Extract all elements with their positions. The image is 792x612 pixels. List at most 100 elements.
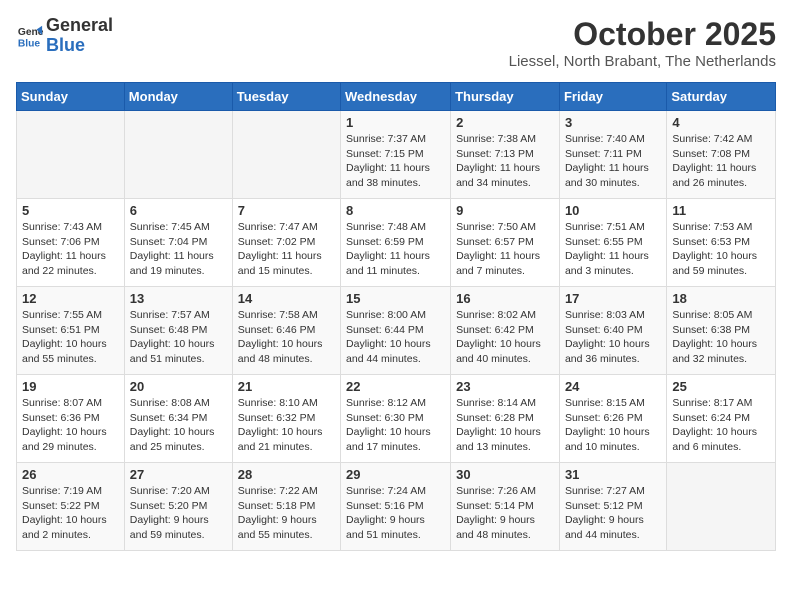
day-info: Sunrise: 7:48 AM Sunset: 6:59 PM Dayligh… xyxy=(346,220,445,279)
weekday-header-thursday: Thursday xyxy=(451,83,560,111)
calendar-week-4: 19 Sunrise: 8:07 AM Sunset: 6:36 PM Dayli… xyxy=(17,375,776,463)
calendar-cell: 25 Sunrise: 8:17 AM Sunset: 6:24 PM Dayli… xyxy=(667,375,776,463)
calendar-cell: 29Sunrise: 7:24 AM Sunset: 5:16 PM Dayli… xyxy=(341,463,451,551)
calendar-cell: 5 Sunrise: 7:43 AM Sunset: 7:06 PM Daylig… xyxy=(17,199,125,287)
day-info: Sunrise: 7:37 AM Sunset: 7:15 PM Dayligh… xyxy=(346,132,445,191)
calendar-cell: 28Sunrise: 7:22 AM Sunset: 5:18 PM Dayli… xyxy=(232,463,340,551)
calendar-week-2: 5 Sunrise: 7:43 AM Sunset: 7:06 PM Daylig… xyxy=(17,199,776,287)
day-info: Sunrise: 7:47 AM Sunset: 7:02 PM Dayligh… xyxy=(238,220,335,279)
day-number: 19 xyxy=(22,379,119,394)
day-number: 31 xyxy=(565,467,661,482)
day-number: 11 xyxy=(672,203,770,218)
day-info: Sunrise: 7:53 AM Sunset: 6:53 PM Dayligh… xyxy=(672,220,770,279)
calendar-cell: 1 Sunrise: 7:37 AM Sunset: 7:15 PM Daylig… xyxy=(341,111,451,199)
day-number: 2 xyxy=(456,115,554,130)
calendar-cell: 30 Sunrise: 7:26 AM Sunset: 5:14 PM Dayli… xyxy=(451,463,560,551)
day-number: 8 xyxy=(346,203,445,218)
weekday-header-sunday: Sunday xyxy=(17,83,125,111)
day-info: Sunrise: 7:22 AM Sunset: 5:18 PM Dayligh… xyxy=(238,484,335,543)
calendar-cell: 15Sunrise: 8:00 AM Sunset: 6:44 PM Dayli… xyxy=(341,287,451,375)
calendar-cell: 22 Sunrise: 8:12 AM Sunset: 6:30 PM Dayli… xyxy=(341,375,451,463)
title-block: October 2025 Liessel, North Brabant, The… xyxy=(509,16,776,70)
day-number: 12 xyxy=(22,291,119,306)
calendar-cell: 13 Sunrise: 7:57 AM Sunset: 6:48 PM Dayli… xyxy=(124,287,232,375)
day-info: Sunrise: 7:20 AM Sunset: 5:20 PM Dayligh… xyxy=(130,484,227,543)
calendar-cell: 17 Sunrise: 8:03 AM Sunset: 6:40 PM Dayli… xyxy=(559,287,666,375)
day-number: 25 xyxy=(672,379,770,394)
day-info: Sunrise: 7:42 AM Sunset: 7:08 PM Dayligh… xyxy=(672,132,770,191)
day-number: 3 xyxy=(565,115,661,130)
day-number: 29 xyxy=(346,467,445,482)
calendar-cell xyxy=(124,111,232,199)
month-title: October 2025 xyxy=(509,16,776,53)
calendar-cell: 23Sunrise: 8:14 AM Sunset: 6:28 PM Dayli… xyxy=(451,375,560,463)
weekday-header-friday: Friday xyxy=(559,83,666,111)
day-number: 24 xyxy=(565,379,661,394)
calendar-cell: 9Sunrise: 7:50 AM Sunset: 6:57 PM Daylig… xyxy=(451,199,560,287)
day-info: Sunrise: 7:57 AM Sunset: 6:48 PM Dayligh… xyxy=(130,308,227,367)
day-info: Sunrise: 7:27 AM Sunset: 5:12 PM Dayligh… xyxy=(565,484,661,543)
calendar-cell xyxy=(17,111,125,199)
svg-text:Blue: Blue xyxy=(18,38,41,49)
weekday-header-row: SundayMondayTuesdayWednesdayThursdayFrid… xyxy=(17,83,776,111)
day-number: 1 xyxy=(346,115,445,130)
day-info: Sunrise: 7:38 AM Sunset: 7:13 PM Dayligh… xyxy=(456,132,554,191)
day-info: Sunrise: 7:40 AM Sunset: 7:11 PM Dayligh… xyxy=(565,132,661,191)
day-number: 16 xyxy=(456,291,554,306)
weekday-header-monday: Monday xyxy=(124,83,232,111)
page-header: General Blue General Blue October 2025 L… xyxy=(16,16,776,70)
day-info: Sunrise: 8:17 AM Sunset: 6:24 PM Dayligh… xyxy=(672,396,770,455)
calendar-cell: 31 Sunrise: 7:27 AM Sunset: 5:12 PM Dayli… xyxy=(559,463,666,551)
logo-blue: Blue xyxy=(46,35,85,55)
day-number: 30 xyxy=(456,467,554,482)
day-info: Sunrise: 8:08 AM Sunset: 6:34 PM Dayligh… xyxy=(130,396,227,455)
day-number: 18 xyxy=(672,291,770,306)
day-info: Sunrise: 7:50 AM Sunset: 6:57 PM Dayligh… xyxy=(456,220,554,279)
day-number: 14 xyxy=(238,291,335,306)
day-number: 5 xyxy=(22,203,119,218)
calendar-cell: 7Sunrise: 7:47 AM Sunset: 7:02 PM Daylig… xyxy=(232,199,340,287)
calendar-cell: 8 Sunrise: 7:48 AM Sunset: 6:59 PM Daylig… xyxy=(341,199,451,287)
calendar-cell: 10Sunrise: 7:51 AM Sunset: 6:55 PM Dayli… xyxy=(559,199,666,287)
day-info: Sunrise: 7:45 AM Sunset: 7:04 PM Dayligh… xyxy=(130,220,227,279)
calendar-cell: 12 Sunrise: 7:55 AM Sunset: 6:51 PM Dayli… xyxy=(17,287,125,375)
day-info: Sunrise: 7:26 AM Sunset: 5:14 PM Dayligh… xyxy=(456,484,554,543)
calendar-cell: 26Sunrise: 7:19 AM Sunset: 5:22 PM Dayli… xyxy=(17,463,125,551)
calendar-week-5: 26Sunrise: 7:19 AM Sunset: 5:22 PM Dayli… xyxy=(17,463,776,551)
day-info: Sunrise: 8:12 AM Sunset: 6:30 PM Dayligh… xyxy=(346,396,445,455)
calendar-table: SundayMondayTuesdayWednesdayThursdayFrid… xyxy=(16,82,776,551)
day-info: Sunrise: 8:10 AM Sunset: 6:32 PM Dayligh… xyxy=(238,396,335,455)
calendar-week-3: 12 Sunrise: 7:55 AM Sunset: 6:51 PM Dayli… xyxy=(17,287,776,375)
calendar-cell: 27 Sunrise: 7:20 AM Sunset: 5:20 PM Dayli… xyxy=(124,463,232,551)
logo: General Blue General Blue xyxy=(16,16,113,56)
calendar-cell: 21Sunrise: 8:10 AM Sunset: 6:32 PM Dayli… xyxy=(232,375,340,463)
weekday-header-saturday: Saturday xyxy=(667,83,776,111)
day-info: Sunrise: 8:02 AM Sunset: 6:42 PM Dayligh… xyxy=(456,308,554,367)
day-info: Sunrise: 8:05 AM Sunset: 6:38 PM Dayligh… xyxy=(672,308,770,367)
calendar-cell: 4Sunrise: 7:42 AM Sunset: 7:08 PM Daylig… xyxy=(667,111,776,199)
weekday-header-wednesday: Wednesday xyxy=(341,83,451,111)
calendar-cell: 18 Sunrise: 8:05 AM Sunset: 6:38 PM Dayli… xyxy=(667,287,776,375)
calendar-cell: 2 Sunrise: 7:38 AM Sunset: 7:13 PM Daylig… xyxy=(451,111,560,199)
location: Liessel, North Brabant, The Netherlands xyxy=(509,53,776,70)
calendar-cell: 20 Sunrise: 8:08 AM Sunset: 6:34 PM Dayli… xyxy=(124,375,232,463)
day-info: Sunrise: 7:58 AM Sunset: 6:46 PM Dayligh… xyxy=(238,308,335,367)
day-info: Sunrise: 8:15 AM Sunset: 6:26 PM Dayligh… xyxy=(565,396,661,455)
day-number: 17 xyxy=(565,291,661,306)
day-number: 27 xyxy=(130,467,227,482)
day-number: 20 xyxy=(130,379,227,394)
day-number: 22 xyxy=(346,379,445,394)
day-info: Sunrise: 8:07 AM Sunset: 6:36 PM Dayligh… xyxy=(22,396,119,455)
day-info: Sunrise: 7:43 AM Sunset: 7:06 PM Dayligh… xyxy=(22,220,119,279)
calendar-cell: 3 Sunrise: 7:40 AM Sunset: 7:11 PM Daylig… xyxy=(559,111,666,199)
logo-general: General xyxy=(46,15,113,35)
day-info: Sunrise: 7:51 AM Sunset: 6:55 PM Dayligh… xyxy=(565,220,661,279)
day-info: Sunrise: 8:03 AM Sunset: 6:40 PM Dayligh… xyxy=(565,308,661,367)
day-info: Sunrise: 7:55 AM Sunset: 6:51 PM Dayligh… xyxy=(22,308,119,367)
calendar-cell xyxy=(667,463,776,551)
calendar-week-1: 1 Sunrise: 7:37 AM Sunset: 7:15 PM Daylig… xyxy=(17,111,776,199)
day-number: 6 xyxy=(130,203,227,218)
day-number: 13 xyxy=(130,291,227,306)
logo-name: General Blue xyxy=(46,16,113,56)
calendar-cell: 24 Sunrise: 8:15 AM Sunset: 6:26 PM Dayli… xyxy=(559,375,666,463)
